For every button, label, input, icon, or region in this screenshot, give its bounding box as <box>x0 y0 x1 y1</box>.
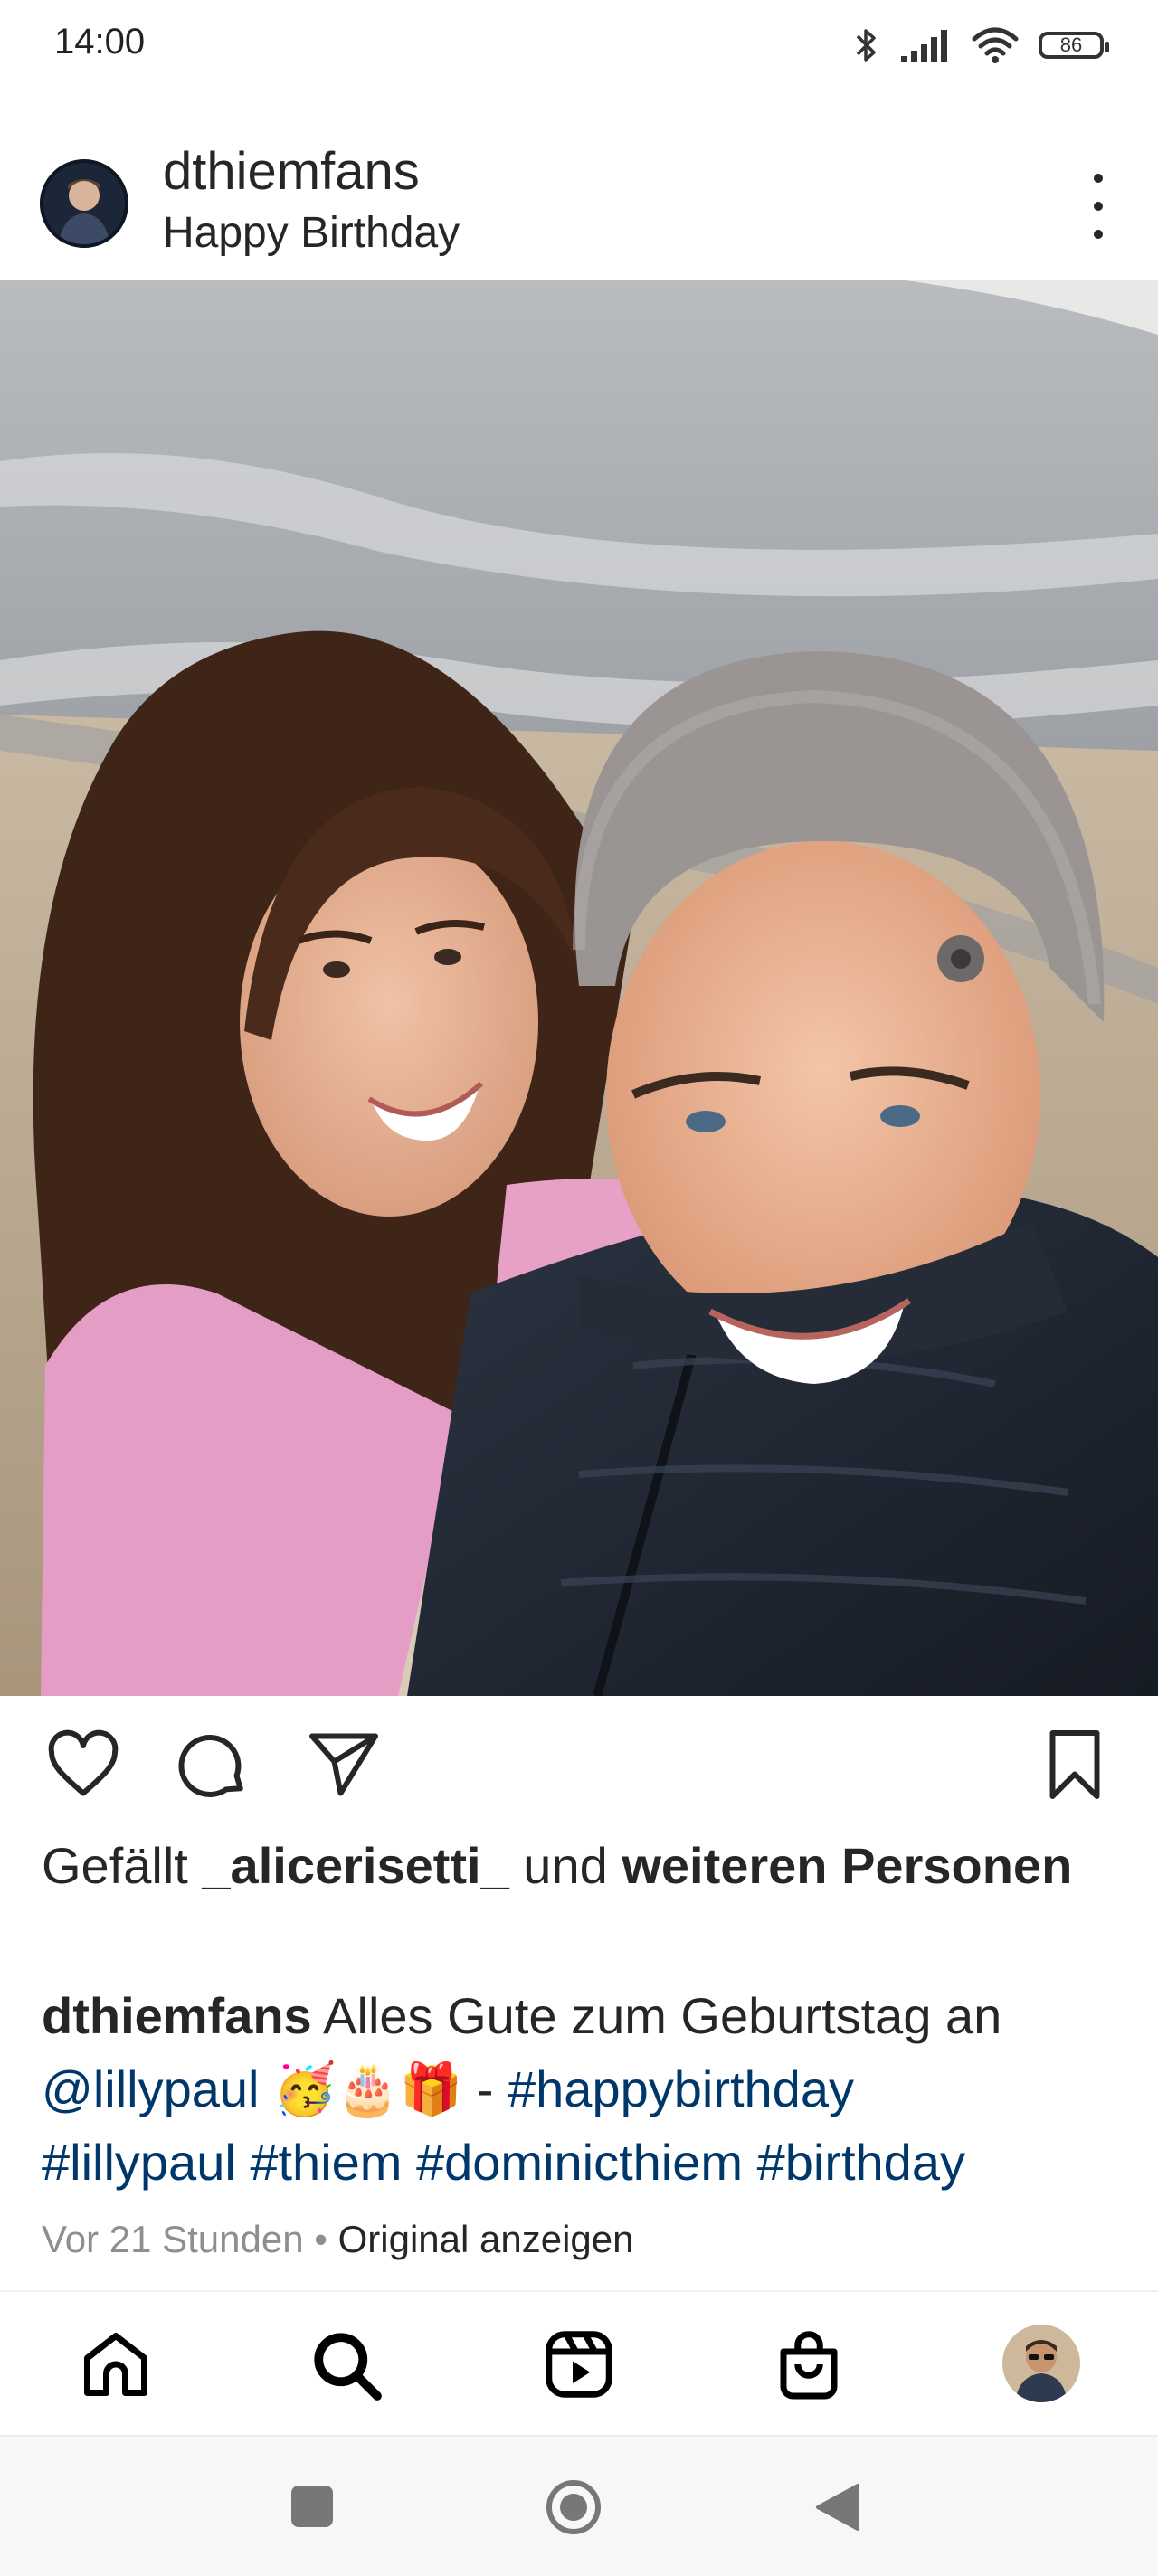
show-original-link[interactable]: Original anzeigen <box>338 2218 634 2260</box>
caption-username[interactable]: dthiemfans <box>42 1987 312 2044</box>
post-actions <box>0 1696 1158 1832</box>
system-navigation-bar <box>0 2435 1158 2576</box>
post-caption: dthiemfans Alles Gute zum Geburtstag an … <box>42 1979 1136 2199</box>
post-username[interactable]: dthiemfans <box>163 141 420 202</box>
likes-middle: und <box>508 1837 622 1894</box>
share-send-icon[interactable] <box>306 1727 382 1803</box>
post-image[interactable] <box>0 280 1158 1696</box>
post-header: dthiemfans Happy Birthday <box>0 136 1158 280</box>
post-meta: Vor 21 Stunden • Original anzeigen <box>42 2218 634 2261</box>
likes-others[interactable]: weiteren Personen <box>622 1837 1072 1894</box>
caption-mention[interactable]: @lillypaul <box>42 2060 260 2117</box>
profile-avatar[interactable] <box>1002 2325 1080 2402</box>
more-options-icon[interactable] <box>1089 174 1107 239</box>
signal-icon <box>901 30 947 62</box>
post-location[interactable]: Happy Birthday <box>163 208 460 258</box>
caption-hashtags[interactable]: #lillypaul #thiem #dominicthiem #birthda… <box>42 2134 965 2191</box>
bluetooth-icon <box>856 29 876 62</box>
meta-separator: • <box>303 2218 338 2260</box>
post-timestamp: Vor 21 Stunden <box>42 2218 304 2260</box>
home-icon[interactable] <box>78 2326 154 2402</box>
battery-icon: 86 <box>1039 32 1109 59</box>
status-icons: 86 <box>854 20 1109 71</box>
back-button[interactable] <box>814 2482 861 2533</box>
search-icon[interactable] <box>308 2326 384 2402</box>
author-avatar[interactable] <box>40 159 128 248</box>
bottom-tab-bar <box>0 2290 1158 2437</box>
shop-icon[interactable] <box>771 2326 847 2402</box>
caption-emojis: 🥳🎂🎁 <box>259 2060 477 2117</box>
battery-level: 86 <box>1059 33 1083 56</box>
likes-line[interactable]: Gefällt _alicerisetti_ und weiteren Pers… <box>42 1832 1127 1900</box>
wifi-icon <box>972 27 1019 63</box>
like-heart-icon[interactable] <box>45 1727 121 1803</box>
status-bar: 14:00 86 <box>0 0 1158 90</box>
caption-dash: - <box>476 2060 508 2117</box>
status-time: 14:00 <box>54 22 146 62</box>
caption-text: Alles Gute zum Geburtstag an <box>311 1987 1002 2044</box>
likes-prefix: Gefällt <box>42 1837 203 1894</box>
recents-button[interactable] <box>290 2484 335 2529</box>
home-button[interactable] <box>545 2478 603 2536</box>
comment-icon[interactable] <box>176 1727 252 1803</box>
reels-icon[interactable] <box>541 2326 617 2402</box>
likes-user[interactable]: _alicerisetti_ <box>202 1837 508 1894</box>
caption-hashtag[interactable]: #happybirthday <box>508 2060 854 2117</box>
bookmark-icon[interactable] <box>1037 1727 1113 1803</box>
